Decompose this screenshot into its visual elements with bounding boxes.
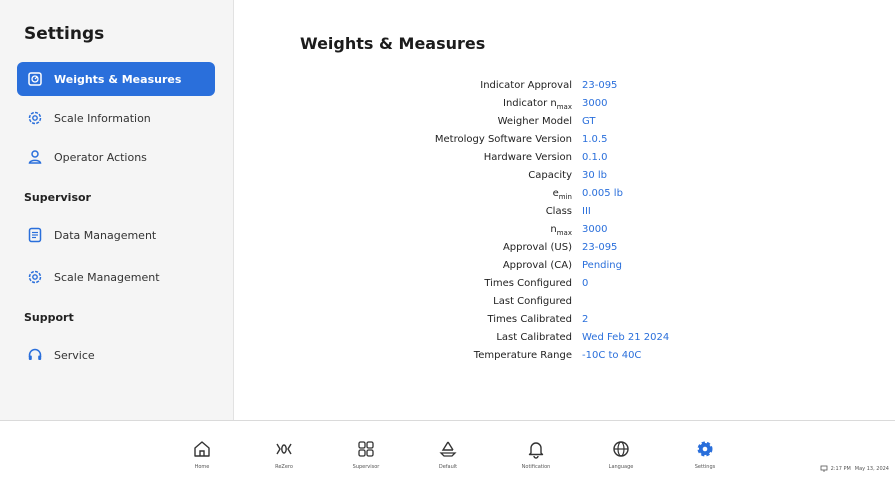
sidebar-item-weights-measures[interactable]: Weights & Measures — [17, 62, 215, 96]
property-label: Hardware Version — [483, 152, 572, 163]
tab-label: Supervisor — [352, 464, 380, 470]
globe-icon — [611, 439, 631, 459]
gear-icon — [27, 110, 43, 126]
sidebar-item-scale-management[interactable]: Scale Management — [17, 260, 215, 294]
property-value: 3000 — [582, 224, 608, 235]
sidebar-item-label: Scale Information — [54, 111, 151, 125]
property-row: Times Configured 0 — [300, 278, 800, 294]
property-value: 3000 — [582, 98, 608, 109]
property-label: Capacity — [528, 170, 572, 181]
property-value: 0.005 lb — [582, 188, 623, 199]
property-row: Weigher Model GT — [300, 116, 800, 132]
property-row: Approval (CA) Pending — [300, 260, 800, 276]
sidebar-item-label: Operator Actions — [54, 150, 147, 164]
property-row: Last Calibrated Wed Feb 21 2024 — [300, 332, 800, 348]
property-value: 2 — [582, 314, 589, 325]
section-label-support: Support — [24, 311, 74, 324]
rezero-icon — [274, 439, 294, 459]
property-label: Times Configured — [484, 278, 572, 289]
property-label: Times Calibrated — [487, 314, 572, 325]
sidebar-item-label: Service — [54, 348, 95, 362]
sidebar-item-data-management[interactable]: Data Management — [17, 218, 215, 252]
property-value: Wed Feb 21 2024 — [582, 332, 670, 343]
property-row: Class III — [300, 206, 800, 222]
tab-default[interactable]: Default — [418, 439, 478, 470]
property-row: emin 0.005 lb — [300, 188, 800, 204]
headset-icon — [27, 347, 43, 363]
property-label: Last Configured — [493, 296, 572, 307]
property-label: emin — [552, 188, 572, 201]
property-label: Last Calibrated — [496, 332, 572, 343]
tab-label: Default — [438, 464, 458, 470]
tab-home[interactable]: Home — [172, 439, 232, 470]
property-label: Approval (US) — [502, 242, 572, 253]
bell-icon — [526, 439, 546, 459]
property-row: nmax 3000 — [300, 224, 800, 240]
property-value: 30 lb — [582, 170, 608, 181]
sidebar-item-label: Weights & Measures — [54, 72, 182, 86]
property-label: Indicator Approval — [480, 80, 572, 91]
tab-label: Notification — [521, 464, 551, 470]
sidebar-item-operator-actions[interactable]: Operator Actions — [17, 140, 215, 174]
property-value: 23-095 — [582, 242, 618, 253]
property-row: Temperature Range -10C to 40C — [300, 350, 800, 366]
gear-icon — [27, 269, 43, 285]
property-row: Last Configured — [300, 296, 800, 312]
scale-icon — [27, 71, 43, 87]
gear-icon — [695, 439, 715, 459]
document-icon — [27, 227, 43, 243]
property-label: Approval (CA) — [502, 260, 572, 271]
property-row: Metrology Software Version 1.0.5 — [300, 134, 800, 150]
property-row: Capacity 30 lb — [300, 170, 800, 186]
property-value: 0.1.0 — [582, 152, 608, 163]
tab-label: Language — [608, 464, 634, 470]
property-value: 23-095 — [582, 80, 618, 91]
property-value: 0 — [582, 278, 589, 289]
tab-language[interactable]: Language — [591, 439, 651, 470]
grid-icon — [356, 439, 376, 459]
property-value: GT — [582, 116, 596, 127]
property-label: Weigher Model — [497, 116, 572, 127]
property-row: Approval (US) 23-095 — [300, 242, 800, 258]
property-value: Pending — [582, 260, 622, 271]
sidebar-item-label: Scale Management — [54, 270, 160, 284]
property-label: Indicator nmax — [503, 98, 572, 111]
tab-rezero[interactable]: ReZero — [254, 439, 314, 470]
home-icon — [192, 439, 212, 459]
tab-label: ReZero — [275, 464, 293, 470]
bottom-nav-bar: Home ReZero Supervisor Default Notificat… — [0, 420, 895, 477]
property-row: Indicator nmax 3000 — [300, 98, 800, 114]
tab-notification[interactable]: Notification — [506, 439, 566, 470]
network-icon — [820, 465, 828, 472]
tab-supervisor[interactable]: Supervisor — [336, 439, 396, 470]
property-label: Metrology Software Version — [434, 134, 572, 145]
status-area: 2:17 PM May 13, 2024 — [820, 465, 889, 473]
property-value: III — [582, 206, 591, 217]
sidebar: Settings Weights & Measures Scale Inform… — [0, 0, 234, 420]
status-date: May 13, 2024 — [854, 466, 889, 472]
property-label: nmax — [550, 224, 572, 237]
app-window: Settings Weights & Measures Scale Inform… — [0, 0, 895, 477]
tab-label: Home — [194, 464, 210, 470]
page-title: Weights & Measures — [300, 34, 486, 53]
section-label-supervisor: Supervisor — [24, 191, 91, 204]
property-row: Hardware Version 0.1.0 — [300, 152, 800, 168]
sidebar-item-service[interactable]: Service — [17, 338, 215, 372]
property-row: Times Calibrated 2 — [300, 314, 800, 330]
property-value: 1.0.5 — [582, 134, 608, 145]
sidebar-item-label: Data Management — [54, 228, 157, 242]
property-label: Temperature Range — [473, 350, 572, 361]
tab-label: Settings — [694, 464, 716, 470]
recycle-icon — [438, 439, 458, 459]
sidebar-item-scale-information[interactable]: Scale Information — [17, 101, 215, 135]
sidebar-title: Settings — [24, 24, 105, 44]
status-time: 2:17 PM — [830, 466, 851, 472]
person-icon — [27, 149, 43, 165]
tab-settings[interactable]: Settings — [675, 439, 735, 470]
property-row: Indicator Approval 23-095 — [300, 80, 800, 96]
property-label: Class — [545, 206, 572, 217]
property-value: -10C to 40C — [582, 350, 642, 361]
